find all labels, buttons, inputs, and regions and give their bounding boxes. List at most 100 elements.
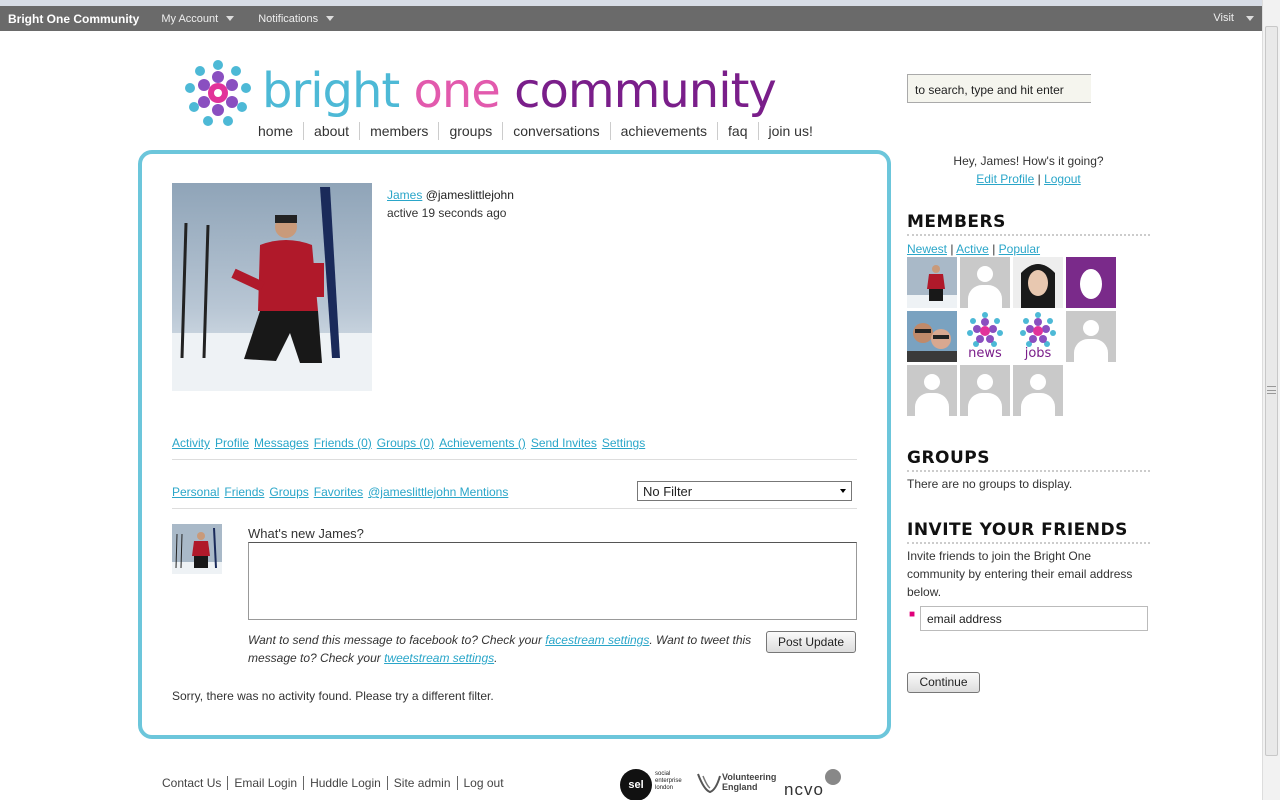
profile-avatar[interactable] <box>172 183 372 391</box>
member-avatar[interactable] <box>907 257 957 308</box>
logo-wordmark: bright one community <box>262 63 777 119</box>
whats-new-label: What's new James? <box>248 526 364 541</box>
chevron-down-icon <box>840 489 846 493</box>
vertical-scrollbar[interactable] <box>1262 0 1280 800</box>
member-photo-skier <box>907 257 957 308</box>
activity-filter-select[interactable]: No Filter <box>637 481 852 501</box>
chevron-down-icon <box>326 16 335 21</box>
ncvo-logo[interactable]: ncvo <box>784 768 844 800</box>
facestream-settings-link[interactable]: facestream settings <box>545 633 649 647</box>
poster-avatar[interactable] <box>172 524 222 574</box>
chevron-down-icon <box>226 16 235 21</box>
invite-description: Invite friends to join the Bright One co… <box>907 549 1133 599</box>
share-note: Want to send this message to facebook to… <box>248 631 768 667</box>
members-popular-link[interactable]: Popular <box>999 242 1040 256</box>
main-nav: home about members groups conversations … <box>248 122 823 140</box>
scrollbar-grip-icon <box>1267 386 1276 394</box>
member-avatar[interactable] <box>1066 257 1116 308</box>
notifications-menu[interactable]: Notifications <box>258 6 358 31</box>
groups-empty-message: There are no groups to display. <box>907 477 1073 491</box>
member-avatar-news[interactable]: news <box>960 311 1010 362</box>
profile-name-link[interactable]: James <box>387 188 422 202</box>
member-avatar-placeholder[interactable] <box>960 257 1010 308</box>
tab-messages[interactable]: Messages <box>254 436 309 459</box>
sel-logo[interactable]: sel social enterprise london <box>620 768 690 800</box>
tab-settings[interactable]: Settings <box>602 436 645 459</box>
groups-heading: GROUPS <box>907 448 1150 472</box>
profile-last-active: active 19 seconds ago <box>387 206 507 220</box>
continue-button[interactable]: Continue <box>907 672 980 693</box>
logo-word-community: community <box>514 63 777 119</box>
subtab-mentions[interactable]: @jameslittlejohn Mentions <box>368 485 508 508</box>
member-avatar-jobs[interactable]: jobs <box>1013 311 1063 362</box>
admin-bar: Bright One Community My Account Notifica… <box>0 0 1262 31</box>
visit-label: Visit <box>1213 12 1234 24</box>
footer-huddle-login[interactable]: Huddle Login <box>303 776 387 790</box>
footer-log-out[interactable]: Log out <box>456 776 510 790</box>
sponsor-logos: sel social enterprise london Volunteerin… <box>620 768 850 800</box>
logo-word-one: one <box>413 63 501 119</box>
footer-links: Contact Us Email Login Huddle Login Site… <box>162 776 510 790</box>
footer-site-admin[interactable]: Site admin <box>386 776 457 790</box>
profile-handle: @jameslittlejohn <box>425 188 514 202</box>
members-filter-links: Newest | Active | Popular <box>907 242 1040 256</box>
footer-email-login[interactable]: Email Login <box>227 776 303 790</box>
nav-faq[interactable]: faq <box>717 122 757 140</box>
members-heading: MEMBERS <box>907 212 1150 236</box>
sel-badge: sel <box>620 769 652 800</box>
member-photo-woman <box>1013 257 1063 308</box>
nav-groups[interactable]: groups <box>438 122 502 140</box>
member-avatar-placeholder[interactable] <box>1013 365 1063 416</box>
link-separator: | <box>992 242 996 256</box>
ncvo-text: ncvo <box>784 780 824 799</box>
nav-join-us[interactable]: join us! <box>757 122 823 140</box>
sidebar-greeting: Hey, James! How's it going? Edit Profile… <box>907 152 1150 188</box>
edit-profile-link[interactable]: Edit Profile <box>976 172 1034 186</box>
invite-heading: INVITE YOUR FRIENDS <box>907 520 1150 544</box>
whats-new-textarea[interactable] <box>248 542 857 620</box>
invite-email-input[interactable]: email address <box>920 606 1148 631</box>
tab-profile[interactable]: Profile <box>215 436 249 459</box>
members-newest-link[interactable]: Newest <box>907 242 947 256</box>
greeting-text: Hey, James! How's it going? <box>953 154 1104 168</box>
members-grid: news jobs <box>907 257 1123 416</box>
volunteering-hands-icon <box>697 773 721 794</box>
subtab-groups[interactable]: Groups <box>269 485 308 508</box>
admin-bar-brand[interactable]: Bright One Community <box>0 6 161 31</box>
member-avatar-placeholder[interactable] <box>907 365 957 416</box>
tweetstream-settings-link[interactable]: tweetstream settings <box>384 651 494 665</box>
required-marker-icon: ■ <box>909 609 916 620</box>
volunteering-england-logo[interactable]: Volunteering England <box>696 770 780 798</box>
no-activity-message: Sorry, there was no activity found. Plea… <box>172 689 494 703</box>
my-account-menu[interactable]: My Account <box>161 6 258 31</box>
tab-activity[interactable]: Activity <box>172 436 210 459</box>
member-avatar-placeholder[interactable] <box>960 365 1010 416</box>
share-note-text-1: Want to send this message to facebook to… <box>248 633 542 647</box>
notifications-label: Notifications <box>258 12 319 25</box>
nav-home[interactable]: home <box>248 122 303 140</box>
tab-achievements[interactable]: Achievements () <box>439 436 526 459</box>
search-input[interactable]: to search, type and hit enter <box>907 74 1091 103</box>
tab-send-invites[interactable]: Send Invites <box>531 436 597 459</box>
member-avatar[interactable] <box>907 311 957 362</box>
members-active-link[interactable]: Active <box>956 242 989 256</box>
nav-about[interactable]: about <box>303 122 359 140</box>
tab-groups[interactable]: Groups (0) <box>377 436 434 459</box>
nav-members[interactable]: members <box>359 122 438 140</box>
tile-label-jobs: jobs <box>1024 346 1052 361</box>
visit-menu[interactable]: Visit <box>1213 12 1254 24</box>
nav-conversations[interactable]: conversations <box>502 122 609 140</box>
tab-friends[interactable]: Friends (0) <box>314 436 372 459</box>
post-update-button[interactable]: Post Update <box>766 631 856 653</box>
logout-link[interactable]: Logout <box>1044 172 1081 186</box>
my-account-label: My Account <box>161 12 219 25</box>
member-avatar[interactable] <box>1013 257 1063 308</box>
subtab-personal[interactable]: Personal <box>172 485 219 508</box>
link-separator: | <box>1037 172 1041 186</box>
logo-word-bright: bright <box>262 63 400 119</box>
subtab-favorites[interactable]: Favorites <box>314 485 363 508</box>
footer-contact-us[interactable]: Contact Us <box>162 776 227 790</box>
subtab-friends[interactable]: Friends <box>224 485 264 508</box>
member-avatar-placeholder[interactable] <box>1066 311 1116 362</box>
nav-achievements[interactable]: achievements <box>609 122 717 140</box>
